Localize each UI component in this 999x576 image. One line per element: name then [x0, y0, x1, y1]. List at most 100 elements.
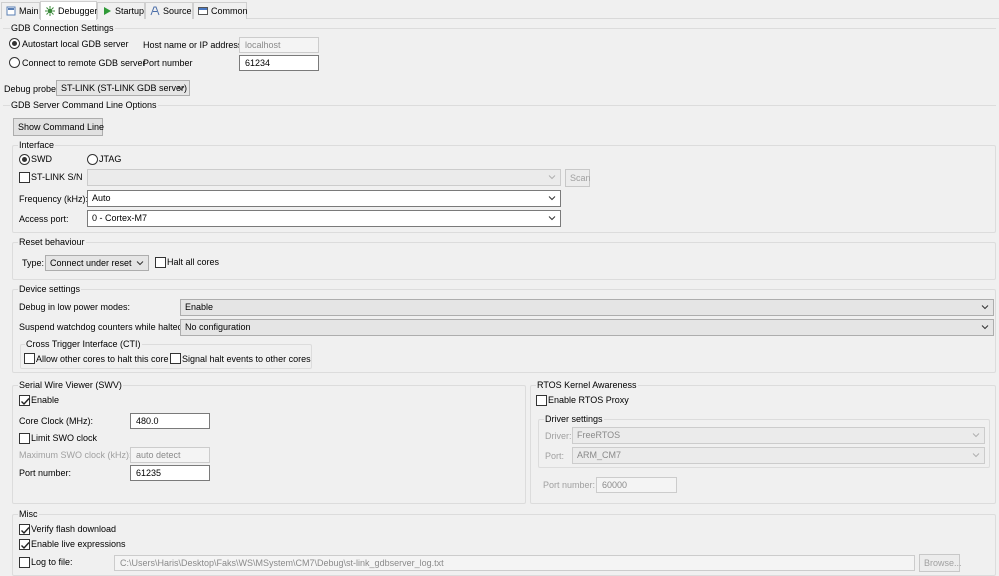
limit-swo-label: Limit SWO clock	[31, 433, 98, 443]
frequency-value: Auto	[92, 193, 111, 203]
chevron-down-icon	[548, 216, 556, 221]
tab-common[interactable]: Common	[193, 2, 248, 19]
log-to-file-label: Log to file:	[31, 557, 73, 567]
tab-label: Source	[163, 6, 192, 16]
chevron-down-icon	[548, 196, 556, 201]
halt-all-cores-checkbox[interactable]	[155, 257, 166, 268]
swv-port-input[interactable]: 61235	[130, 465, 210, 481]
debugger-icon	[45, 6, 55, 16]
scan-button[interactable]: Scan	[565, 169, 591, 187]
driver-label: Driver:	[545, 431, 572, 441]
verify-flash-checkbox[interactable]	[19, 524, 30, 535]
checkmark-icon	[21, 398, 30, 406]
swd-label: SWD	[31, 154, 52, 164]
core-clock-label: Core Clock (MHz):	[19, 416, 94, 426]
chevron-down-icon	[972, 433, 980, 438]
swd-radio[interactable]	[19, 154, 30, 165]
swv-port-label: Port number:	[19, 468, 72, 478]
log-to-file-checkbox[interactable]	[19, 557, 30, 568]
device-title: Device settings	[18, 283, 82, 295]
max-swo-label: Maximum SWO clock (kHz):	[19, 450, 132, 460]
debug-probe-select[interactable]: ST-LINK (ST-LINK GDB server)	[56, 80, 190, 96]
tab-main[interactable]: Main	[1, 2, 40, 19]
common-icon	[198, 6, 208, 16]
driver-value: FreeRTOS	[577, 430, 621, 440]
port-label: Port number	[143, 58, 193, 68]
access-port-select[interactable]: 0 - Cortex-M7	[87, 210, 561, 227]
access-port-label: Access port:	[19, 214, 69, 224]
reset-type-label: Type:	[22, 258, 45, 268]
rtos-proxy-checkbox[interactable]	[536, 395, 547, 406]
remote-label: Connect to remote GDB server	[22, 58, 146, 68]
verify-flash-label: Verify flash download	[31, 524, 117, 534]
tab-label: Main	[19, 6, 39, 16]
reset-type-value: Connect under reset	[50, 258, 132, 268]
host-label: Host name or IP address	[143, 40, 243, 50]
autostart-label: Autostart local GDB server	[22, 39, 129, 49]
chevron-down-icon	[136, 261, 144, 266]
driver-settings-title: Driver settings	[544, 413, 604, 425]
tab-label: Debugger	[58, 6, 98, 16]
frequency-select[interactable]: Auto	[87, 190, 561, 207]
port-input[interactable]: 61234	[239, 55, 319, 71]
rtos-title: RTOS Kernel Awareness	[536, 379, 638, 391]
rtos-port-number-input[interactable]: 60000	[596, 477, 677, 493]
show-command-line-button[interactable]: Show Command Line	[13, 118, 104, 136]
stlink-sn-checkbox[interactable]	[19, 172, 30, 183]
core-clock-input[interactable]: 480.0	[130, 413, 210, 429]
low-power-value: Enable	[185, 302, 214, 312]
source-icon	[150, 6, 160, 16]
chevron-down-icon	[981, 305, 989, 310]
swv-enable-checkbox[interactable]	[19, 395, 30, 406]
remote-radio[interactable]	[9, 57, 20, 68]
host-input[interactable]: localhost	[239, 37, 319, 53]
swv-title: Serial Wire Viewer (SWV)	[18, 379, 123, 391]
live-expressions-checkbox[interactable]	[19, 539, 30, 550]
watchdog-select[interactable]: No configuration	[180, 319, 994, 336]
max-swo-input[interactable]: auto detect	[130, 447, 210, 463]
low-power-label: Debug in low power modes:	[19, 302, 131, 312]
stlink-sn-label: ST-LINK S/N	[31, 172, 83, 182]
misc-title: Misc	[18, 508, 39, 520]
tab-source[interactable]: Source	[145, 2, 193, 19]
rtos-proxy-label: Enable RTOS Proxy	[548, 395, 629, 405]
cti-signal-label: Signal halt events to other cores	[182, 354, 311, 364]
divider	[3, 28, 996, 29]
tab-label: Startup	[115, 6, 145, 16]
tab-debugger[interactable]: Debugger	[40, 1, 98, 20]
checkmark-icon	[21, 527, 30, 535]
checkmark-icon	[21, 542, 30, 550]
access-port-value: 0 - Cortex-M7	[92, 213, 148, 223]
watchdog-label: Suspend watchdog counters while halted:	[19, 322, 186, 332]
frequency-label: Frequency (kHz):	[19, 194, 89, 204]
jtag-radio[interactable]	[87, 154, 98, 165]
tab-bar: Main Debugger Startup Source Common	[0, 0, 999, 20]
low-power-select[interactable]: Enable	[180, 299, 994, 316]
live-expressions-label: Enable live expressions	[31, 539, 126, 549]
halt-all-cores-label: Halt all cores	[167, 257, 220, 267]
rtos-port-label: Port:	[545, 451, 565, 461]
rtos-port-number-label: Port number:	[543, 480, 596, 490]
limit-swo-checkbox[interactable]	[19, 433, 30, 444]
interface-title: Interface	[18, 139, 56, 151]
reset-type-select[interactable]: Connect under reset	[45, 255, 149, 271]
tab-label: Common	[211, 6, 248, 16]
chevron-down-icon	[972, 453, 980, 458]
rtos-port-select[interactable]: ARM_CM7	[572, 447, 985, 464]
driver-select[interactable]: FreeRTOS	[572, 427, 985, 444]
autostart-radio[interactable]	[9, 38, 20, 49]
jtag-label: JTAG	[99, 154, 122, 164]
tab-startup[interactable]: Startup	[97, 2, 145, 19]
server-options-title: GDB Server Command Line Options	[10, 98, 158, 112]
chevron-down-icon	[177, 86, 185, 91]
debug-probe-value: ST-LINK (ST-LINK GDB server)	[61, 83, 188, 93]
log-path-input[interactable]: C:\Users\Haris\Desktop\Faks\WS\MSystem\C…	[114, 555, 915, 571]
cti-allow-checkbox[interactable]	[24, 353, 35, 364]
main-tab-icon	[6, 6, 16, 16]
cti-signal-checkbox[interactable]	[170, 353, 181, 364]
gdb-connection-title: GDB Connection Settings	[10, 21, 115, 35]
browse-button[interactable]: Browse...	[919, 554, 962, 572]
stlink-sn-select[interactable]	[87, 169, 561, 186]
watchdog-value: No configuration	[185, 322, 251, 332]
cti-allow-label: Allow other cores to halt this core	[36, 354, 169, 364]
